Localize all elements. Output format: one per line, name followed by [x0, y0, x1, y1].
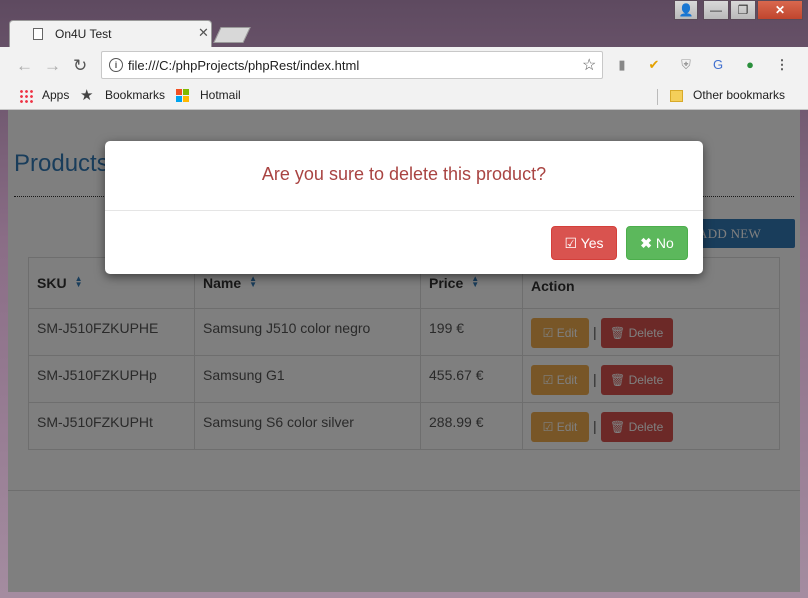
minimize-button[interactable]: — — [703, 0, 729, 20]
check-square-icon: ☑ — [564, 235, 581, 251]
reload-icon[interactable]: ↻ — [73, 56, 87, 76]
dialog-header: Are you sure to delete this product? — [105, 141, 703, 211]
yes-button[interactable]: ☑ Yes — [551, 226, 617, 260]
bookmark-hotmail[interactable]: Hotmail — [200, 88, 241, 102]
tab-close-icon[interactable]: ✕ — [198, 25, 209, 41]
extension-check-icon[interactable]: ✔ — [646, 57, 662, 73]
address-bar[interactable]: i file:///C:/phpProjects/phpRest/index.h… — [101, 51, 603, 79]
browser-toolbar: ← → ↻ i file:///C:/phpProjects/phpRest/i… — [0, 47, 808, 85]
no-label: No — [655, 235, 674, 251]
bookmark-apps[interactable]: Apps — [42, 88, 69, 102]
yes-label: Yes — [580, 235, 604, 251]
back-icon[interactable]: ← — [16, 56, 33, 76]
apps-grid-icon[interactable] — [19, 89, 33, 103]
close-window-button[interactable]: ✕ — [757, 0, 803, 20]
browser-window: On4U Test ✕ 👤 — ❐ ✕ ← → ↻ i file:///C:/p… — [0, 0, 808, 598]
bookmark-bookmarks[interactable]: Bookmarks — [105, 88, 165, 102]
new-tab-button[interactable] — [213, 27, 251, 43]
translate-icon[interactable]: G — [710, 57, 726, 73]
bookmarks-divider — [657, 89, 658, 105]
other-bookmarks[interactable]: Other bookmarks — [693, 88, 785, 102]
confirm-delete-dialog: Are you sure to delete this product? ☑ Y… — [105, 141, 703, 274]
tab-title: On4U Test — [55, 27, 112, 41]
no-button[interactable]: ✖ No — [626, 226, 688, 260]
bookmarks-bar: Apps ★ Bookmarks Hotmail Other bookmarks — [0, 85, 808, 110]
info-icon[interactable]: i — [109, 58, 123, 72]
extension-shield-icon[interactable]: ⛨ — [678, 57, 694, 73]
bookmark-star-icon[interactable]: ☆ — [582, 55, 596, 75]
page-icon — [33, 28, 43, 40]
bookmarks-star-icon[interactable]: ★ — [80, 86, 93, 104]
tab-strip: On4U Test ✕ 👤 — ❐ ✕ — [0, 0, 808, 48]
user-icon[interactable]: 👤 — [674, 0, 698, 20]
extension-pin-icon[interactable]: ▮ — [614, 57, 630, 73]
microsoft-logo-icon[interactable] — [176, 89, 190, 103]
maximize-button[interactable]: ❐ — [730, 0, 756, 20]
close-icon: ✖ — [640, 235, 656, 251]
url-text[interactable]: file:///C:/phpProjects/phpRest/index.htm… — [128, 58, 359, 73]
tab-active[interactable]: On4U Test ✕ — [9, 20, 212, 48]
folder-icon[interactable] — [670, 90, 683, 102]
globe-icon[interactable]: ● — [742, 57, 758, 73]
confirm-message: Are you sure to delete this product? — [261, 164, 547, 184]
forward-icon[interactable]: → — [44, 56, 61, 76]
menu-icon[interactable]: ⋮ — [774, 57, 790, 73]
